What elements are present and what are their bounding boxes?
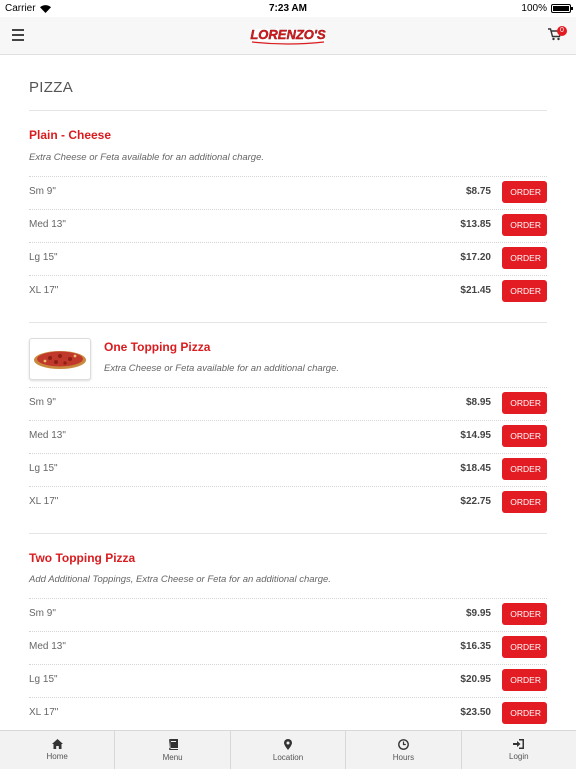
tab-label: Login [509,752,529,761]
tab-label: Menu [163,753,183,762]
pizza-image [30,339,90,379]
order-button[interactable]: ORDER [502,669,547,691]
battery-percent: 100% [521,3,547,14]
price-label: $16.35 [460,641,491,652]
clock-icon [398,739,409,750]
tab-label: Location [273,753,303,762]
page-title: PIZZA [29,79,73,96]
price-label: $8.75 [466,186,491,197]
size-label: Med 13" [29,641,66,652]
order-button[interactable]: ORDER [502,603,547,625]
price-label: $22.75 [460,496,491,507]
app-header: LORENZO'S [0,17,576,55]
hamburger-menu-icon[interactable] [12,29,24,41]
size-label: XL 17" [29,707,58,718]
order-button[interactable]: ORDER [502,392,547,414]
price-row: Med 13" $13.85 ORDER [29,209,547,242]
status-right: 100% [521,3,571,14]
price-label: $13.85 [460,219,491,230]
section-description: Extra Cheese or Feta available for an ad… [29,152,264,163]
price-label: $23.50 [460,707,491,718]
tab-location[interactable]: Location [231,731,346,769]
tab-home[interactable]: Home [0,731,115,769]
size-label: Lg 15" [29,674,58,685]
order-button[interactable]: ORDER [502,280,547,302]
order-button[interactable]: ORDER [502,636,547,658]
size-label: Med 13" [29,430,66,441]
battery-icon [551,4,571,13]
status-bar: Carrier 7:23 AM 100% [0,0,576,17]
tab-label: Home [47,752,68,761]
size-label: Sm 9" [29,397,56,408]
map-pin-icon [284,739,292,750]
price-label: $14.95 [460,430,491,441]
price-row: Lg 15" $18.45 ORDER [29,453,547,486]
tab-label: Hours [393,753,414,762]
login-icon [513,739,524,749]
size-label: XL 17" [29,285,58,296]
cart-count-badge: 0 [557,26,567,36]
price-row: Lg 15" $20.95 ORDER [29,664,547,697]
price-row: XL 17" $22.75 ORDER [29,486,547,519]
size-label: Lg 15" [29,252,58,263]
order-button[interactable]: ORDER [502,247,547,269]
order-button[interactable]: ORDER [502,214,547,236]
price-label: $8.95 [466,397,491,408]
order-button[interactable]: ORDER [502,181,547,203]
price-row: Med 13" $14.95 ORDER [29,420,547,453]
price-label: $9.95 [466,608,491,619]
menu-content[interactable]: PIZZA Plain - Cheese Extra Cheese or Fet… [0,55,576,731]
order-button[interactable]: ORDER [502,702,547,724]
section-title: One Topping Pizza [104,340,210,354]
status-time: 7:23 AM [0,3,576,14]
size-label: Sm 9" [29,186,56,197]
pizza-thumbnail[interactable] [29,338,91,380]
section-title: Two Topping Pizza [29,551,135,565]
order-button[interactable]: ORDER [502,425,547,447]
book-icon [168,739,178,750]
price-row: XL 17" $23.50 ORDER [29,697,547,730]
home-icon [52,739,63,749]
section-divider [29,322,547,323]
size-label: Med 13" [29,219,66,230]
price-row: Sm 9" $8.75 ORDER [29,176,547,209]
size-label: Sm 9" [29,608,56,619]
price-label: $21.45 [460,285,491,296]
price-row: XL 17" $21.45 ORDER [29,275,547,308]
svg-text:LORENZO'S: LORENZO'S [250,27,326,42]
size-label: Lg 15" [29,463,58,474]
price-row: Med 13" $16.35 ORDER [29,631,547,664]
lorenzos-logo[interactable]: LORENZO'S [249,23,327,47]
order-button[interactable]: ORDER [502,458,547,480]
section-title: Plain - Cheese [29,128,111,142]
section-divider [29,533,547,534]
price-row: Sm 9" $9.95 ORDER [29,598,547,631]
section-description: Extra Cheese or Feta available for an ad… [104,363,339,374]
tab-hours[interactable]: Hours [346,731,461,769]
order-button[interactable]: ORDER [502,491,547,513]
title-divider [29,110,547,111]
size-label: XL 17" [29,496,58,507]
bottom-tab-bar: Home Menu Location Hours Login [0,730,576,769]
price-label: $20.95 [460,674,491,685]
price-row: Lg 15" $17.20 ORDER [29,242,547,275]
tab-login[interactable]: Login [462,731,576,769]
price-row: Sm 9" $8.95 ORDER [29,387,547,420]
tab-menu[interactable]: Menu [115,731,230,769]
price-label: $17.20 [460,252,491,263]
section-description: Add Additional Toppings, Extra Cheese or… [29,574,331,585]
price-label: $18.45 [460,463,491,474]
